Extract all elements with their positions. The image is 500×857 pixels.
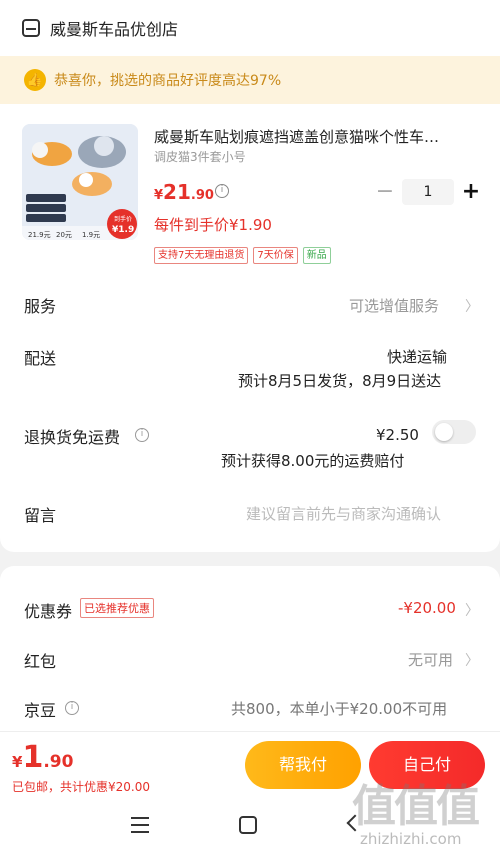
total-price: ¥ 1 .90: [12, 740, 73, 775]
product-tags: 支持7天无理由退货 7天价保 新品: [154, 247, 331, 264]
store-name[interactable]: 威曼斯车品优创店: [50, 16, 178, 40]
price-currency: ¥: [154, 188, 164, 203]
svg-text:到手价: 到手价: [114, 215, 132, 223]
per-item-final-price: 每件到手价¥1.90: [154, 216, 272, 234]
product-spec[interactable]: 调皮猫3件套小号: [154, 148, 246, 165]
svg-text:1.9元: 1.9元: [82, 231, 100, 239]
product-image[interactable]: 21.9元 20元 1.9元 到手价 ¥1.9: [22, 124, 138, 240]
watermark-url: zhizhizhi.com: [360, 830, 462, 848]
service-label: 服务: [24, 297, 57, 316]
coupon-chevron-icon[interactable]: 〉: [465, 600, 479, 620]
svg-text:21.9元: 21.9元: [28, 231, 51, 239]
return-shipping-toggle[interactable]: [432, 420, 476, 444]
price-decimal: .90: [190, 188, 214, 203]
svg-text:20元: 20元: [56, 231, 72, 239]
delivery-method[interactable]: 快递运输: [387, 346, 447, 367]
delivery-label: 配送: [24, 349, 57, 368]
product-title[interactable]: 威曼斯车贴划痕遮挡遮盖创意猫咪个性车…: [154, 126, 480, 147]
quantity-stepper: − 1 +: [372, 179, 484, 205]
coupon-recommended-tag: 已选推荐优惠: [80, 598, 154, 618]
product-price: ¥ 21 .90: [154, 180, 214, 204]
delivery-eta: 预计8月5日发货，8月9日送达: [238, 372, 442, 390]
cat-sticker-illustration: 21.9元 20元 1.9元 到手价 ¥1.9: [22, 124, 138, 240]
price-integer: 21: [163, 180, 191, 204]
coupon-value[interactable]: -¥20.00: [398, 599, 456, 617]
tag-price-protect: 7天价保: [253, 247, 298, 264]
coupon-label: 优惠券: [24, 602, 73, 621]
store-icon: [22, 19, 40, 37]
return-shipping-label: 退换货免运费: [24, 428, 121, 447]
redpack-value[interactable]: 无可用: [408, 649, 453, 670]
tag-7day-return: 支持7天无理由退货: [154, 247, 249, 264]
redpack-label: 红包: [24, 652, 57, 671]
store-header[interactable]: 威曼斯车品优创店: [22, 14, 178, 42]
toggle-knob: [435, 423, 453, 441]
redpack-chevron-icon[interactable]: 〉: [465, 650, 479, 670]
home-icon[interactable]: [239, 816, 257, 834]
help-me-pay-button[interactable]: 帮我付: [245, 741, 361, 789]
note-input[interactable]: 建议留言前先与商家沟通确认: [246, 503, 441, 524]
total-discount-note: 已包邮，共计优惠¥20.00: [12, 780, 150, 794]
tag-new: 新品: [302, 247, 331, 264]
total-decimal: .90: [43, 752, 74, 772]
watermark-logo: 值值值: [352, 781, 480, 832]
return-info-icon[interactable]: i: [135, 428, 149, 442]
return-shipping-price: ¥2.50: [376, 426, 419, 444]
price-info-icon[interactable]: i: [215, 184, 229, 198]
decrease-quantity-button[interactable]: −: [372, 180, 398, 204]
quantity-value[interactable]: 1: [402, 179, 454, 205]
banner-text: 恭喜你，挑选的商品好评度高达97%: [54, 73, 282, 89]
total-integer: 1: [22, 740, 44, 775]
note-label: 留言: [24, 506, 57, 525]
jingdou-label: 京豆: [24, 701, 57, 720]
return-shipping-note: 预计获得8.00元的运费赔付: [221, 452, 405, 470]
svg-text:¥1.9: ¥1.9: [112, 225, 134, 235]
thumbs-up-icon: 👍: [24, 69, 46, 91]
service-chevron-icon[interactable]: 〉: [465, 296, 479, 316]
service-value[interactable]: 可选增值服务: [349, 295, 439, 316]
jingdou-value: 共800，本单小于¥20.00不可用: [231, 700, 448, 718]
rating-banner: 👍 恭喜你，挑选的商品好评度高达97%: [0, 56, 500, 104]
jingdou-info-icon[interactable]: i: [65, 701, 79, 715]
increase-quantity-button[interactable]: +: [458, 180, 484, 204]
menu-icon[interactable]: [131, 817, 149, 833]
total-currency: ¥: [12, 753, 23, 771]
